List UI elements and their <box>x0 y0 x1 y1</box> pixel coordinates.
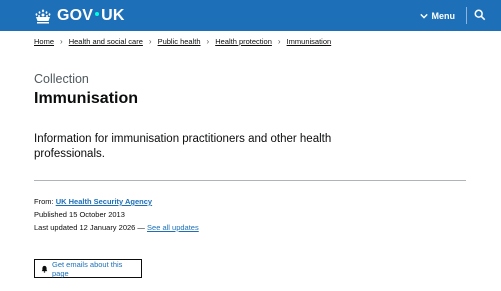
logo-text: GOV UK <box>57 7 125 24</box>
logo-dot <box>95 12 100 17</box>
last-updated-text: Last updated 12 January 2026 — <box>34 223 145 232</box>
bell-icon <box>41 265 48 273</box>
site-header: GOV UK Menu <box>0 0 501 31</box>
crown-icon <box>35 9 51 24</box>
get-emails-button[interactable]: Get emails about this page <box>34 259 142 278</box>
breadcrumb: Home › Health and social care › Public h… <box>34 37 331 46</box>
breadcrumb-public-health[interactable]: Public health <box>158 37 201 46</box>
section-divider <box>34 180 466 181</box>
breadcrumb-chevron-icon: › <box>206 37 210 46</box>
breadcrumb-chevron-icon: › <box>148 37 152 46</box>
get-emails-label: Get emails about this page <box>51 259 123 278</box>
chevron-down-icon <box>419 13 428 19</box>
breadcrumb-health-protection[interactable]: Health protection <box>215 37 272 46</box>
from-label: From: <box>34 197 54 206</box>
breadcrumb-health-and-social-care[interactable]: Health and social care <box>69 37 143 46</box>
breadcrumb-home[interactable]: Home <box>34 37 54 46</box>
meta-published: Published 15 October 2013 <box>34 210 125 219</box>
organisation-link[interactable]: UK Health Security Agency <box>56 197 152 206</box>
page-title: Immunisation <box>34 90 139 107</box>
breadcrumb-chevron-icon: › <box>60 37 63 46</box>
see-all-updates-link[interactable]: See all updates <box>147 223 199 232</box>
menu-label: Menu <box>431 11 456 21</box>
search-icon[interactable] <box>474 9 486 21</box>
page-description: Information for immunisation practitione… <box>34 133 332 160</box>
meta-last-updated: Last updated 12 January 2026 — See all u… <box>34 223 199 232</box>
govuk-logo-link[interactable]: GOV UK <box>34 6 125 26</box>
meta-from: From: UK Health Security Agency <box>34 197 152 206</box>
header-divider <box>466 7 467 24</box>
page-caption: Collection <box>34 72 89 86</box>
breadcrumb-chevron-icon: › <box>277 37 281 46</box>
breadcrumb-immunisation[interactable]: Immunisation <box>287 37 332 46</box>
menu-button[interactable]: Menu <box>419 9 456 23</box>
